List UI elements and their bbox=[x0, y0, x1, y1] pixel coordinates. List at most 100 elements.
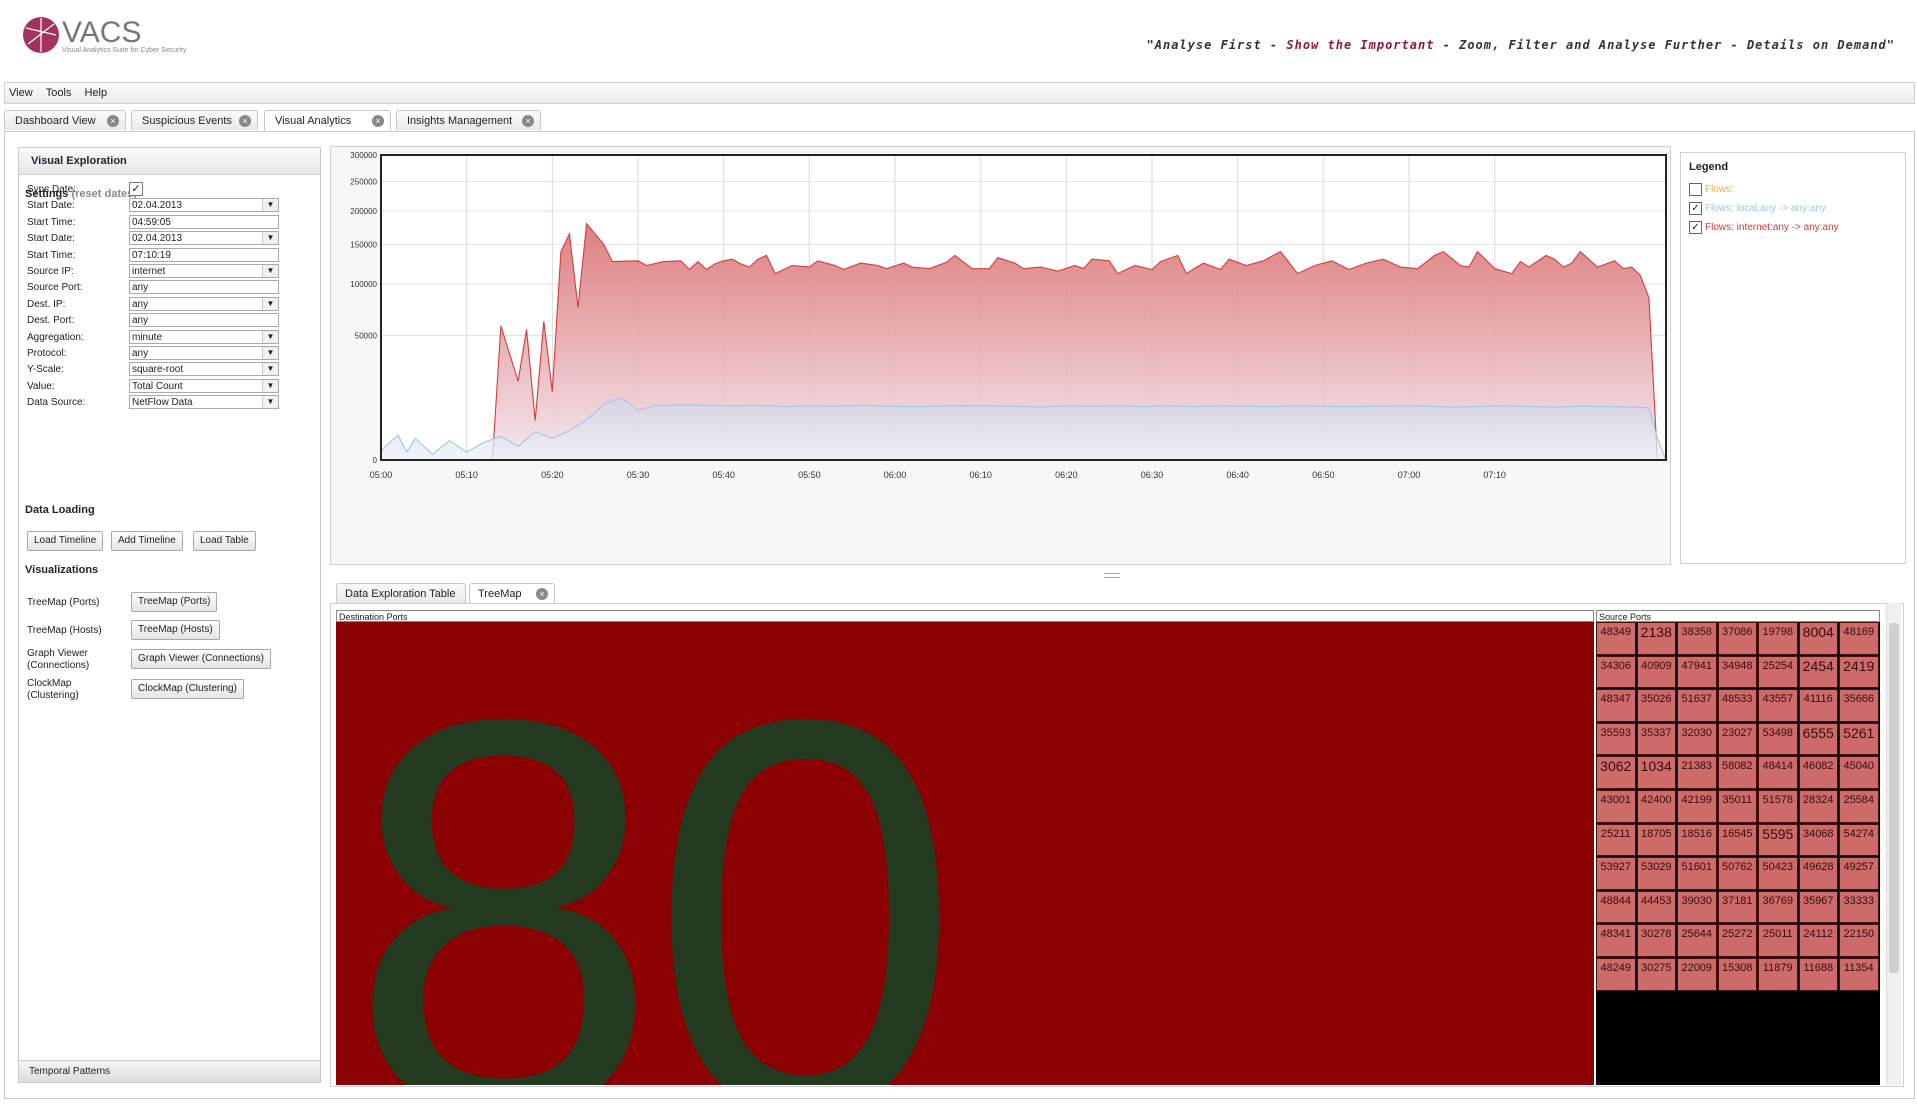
treemap-cell[interactable]: 35011 bbox=[1717, 790, 1757, 823]
add-timeline-button[interactable]: Add Timeline bbox=[111, 531, 183, 551]
treemap-cell[interactable]: 5261 bbox=[1839, 722, 1879, 756]
treemap-cell[interactable]: 43001 bbox=[1596, 790, 1636, 823]
legend-item-flows[interactable]: Flows: bbox=[1689, 183, 1734, 196]
treemap-cell[interactable]: 54274 bbox=[1839, 823, 1879, 857]
treemap-cell[interactable]: 19798 bbox=[1758, 622, 1798, 655]
treemap-cell[interactable]: 23027 bbox=[1717, 722, 1757, 756]
treemap-cell[interactable]: 37086 bbox=[1717, 622, 1757, 655]
treemap-cell[interactable]: 2419 bbox=[1839, 655, 1879, 689]
treemap-cell[interactable]: 35666 bbox=[1839, 689, 1879, 722]
treemap-cell[interactable]: 35593 bbox=[1596, 722, 1636, 756]
chevron-down-icon[interactable]: ▼ bbox=[262, 232, 278, 245]
treemap-cell[interactable]: 16545 bbox=[1717, 823, 1757, 857]
treemap-cell[interactable]: 39030 bbox=[1677, 890, 1717, 924]
treemap-cell[interactable]: 3062 bbox=[1596, 756, 1636, 789]
treemap-cell[interactable]: 35967 bbox=[1798, 890, 1838, 924]
tab-dashboard-view[interactable]: Dashboard View × bbox=[4, 110, 126, 130]
close-icon[interactable]: × bbox=[372, 115, 384, 127]
chevron-down-icon[interactable]: ▼ bbox=[262, 347, 278, 359]
legend-item-local[interactable]: ✓ Flows: local:any -> any:any bbox=[1689, 202, 1826, 215]
select-field[interactable]: any ▼ bbox=[129, 346, 279, 360]
treemap-cell[interactable]: 46082 bbox=[1798, 756, 1838, 789]
treemap-cell[interactable]: 34306 bbox=[1596, 655, 1636, 689]
tab-data-exploration-table[interactable]: Data Exploration Table bbox=[336, 583, 466, 603]
close-icon[interactable]: × bbox=[536, 588, 548, 600]
treemap-cell[interactable]: 32030 bbox=[1677, 722, 1717, 756]
treemap-cell[interactable]: 51578 bbox=[1758, 790, 1798, 823]
close-icon[interactable]: × bbox=[522, 115, 534, 127]
treemap-cell[interactable]: 33333 bbox=[1839, 890, 1879, 924]
clockmap-button[interactable]: ClockMap (Clustering) bbox=[131, 679, 244, 699]
menu-help[interactable]: Help bbox=[80, 83, 113, 99]
legend-checkbox[interactable]: ✓ bbox=[1689, 221, 1702, 234]
treemap-cell[interactable]: 25211 bbox=[1596, 823, 1636, 857]
treemap-cell[interactable]: 50423 bbox=[1758, 857, 1798, 890]
temporal-patterns-section[interactable]: Temporal Patterns bbox=[19, 1060, 320, 1082]
treemap-cell[interactable]: 43557 bbox=[1758, 689, 1798, 722]
treemap-cell[interactable]: 58082 bbox=[1717, 756, 1757, 789]
treemap-cell[interactable]: 1034 bbox=[1636, 756, 1676, 789]
treemap-cell[interactable]: 41116 bbox=[1798, 689, 1838, 722]
select-field[interactable]: Total Count ▼ bbox=[129, 378, 279, 393]
treemap-cell[interactable]: 6555 bbox=[1798, 722, 1838, 756]
text-field[interactable]: any bbox=[129, 313, 279, 328]
treemap-cell[interactable]: 34948 bbox=[1717, 655, 1757, 689]
treemap-cell[interactable]: 50762 bbox=[1717, 857, 1757, 890]
treemap-hosts-button[interactable]: TreeMap (Hosts) bbox=[131, 620, 220, 640]
select-field[interactable]: any ▼ bbox=[129, 296, 279, 311]
treemap-cell-dest[interactable]: 80 bbox=[336, 622, 1594, 1085]
close-icon[interactable]: × bbox=[107, 115, 119, 127]
treemap-cell[interactable]: 48249 bbox=[1596, 958, 1636, 991]
treemap-cell[interactable]: 35026 bbox=[1636, 689, 1676, 722]
treemap-ports-button[interactable]: TreeMap (Ports) bbox=[131, 592, 218, 612]
select-field[interactable]: internet ▼ bbox=[129, 264, 279, 278]
treemap-cell[interactable]: 51637 bbox=[1677, 689, 1717, 722]
treemap-cell[interactable]: 25254 bbox=[1758, 655, 1798, 689]
treemap-cell[interactable]: 53927 bbox=[1596, 857, 1636, 890]
treemap-cell[interactable]: 53498 bbox=[1758, 722, 1798, 756]
chevron-down-icon[interactable]: ▼ bbox=[262, 363, 278, 376]
treemap-cell[interactable]: 48533 bbox=[1717, 689, 1757, 722]
treemap-cell[interactable]: 11688 bbox=[1798, 958, 1838, 991]
treemap-cell[interactable]: 45040 bbox=[1839, 756, 1879, 789]
treemap-cell[interactable]: 25272 bbox=[1717, 924, 1757, 957]
text-field[interactable]: 07:10:19 bbox=[129, 247, 279, 262]
chevron-down-icon[interactable]: ▼ bbox=[262, 330, 278, 343]
treemap-cell[interactable]: 30275 bbox=[1636, 958, 1676, 991]
graph-viewer-button[interactable]: Graph Viewer (Connections) bbox=[131, 649, 271, 669]
treemap-scrollbar[interactable] bbox=[1886, 603, 1901, 1085]
treemap-cell[interactable]: 48414 bbox=[1758, 756, 1798, 789]
treemap-cell[interactable]: 49628 bbox=[1798, 857, 1838, 890]
treemap-cell[interactable]: 48341 bbox=[1596, 924, 1636, 957]
chevron-down-icon[interactable]: ▼ bbox=[262, 396, 278, 409]
sync-date-checkbox[interactable]: ✓ bbox=[129, 182, 143, 196]
text-field[interactable]: 04:59:05 bbox=[129, 214, 279, 229]
treemap-cell[interactable]: 34068 bbox=[1798, 823, 1838, 857]
treemap-cell[interactable]: 30278 bbox=[1636, 924, 1676, 957]
treemap-cell[interactable]: 2138 bbox=[1636, 622, 1676, 655]
load-table-button[interactable]: Load Table bbox=[193, 531, 256, 551]
treemap-cell[interactable]: 25584 bbox=[1839, 790, 1879, 823]
chevron-down-icon[interactable]: ▼ bbox=[262, 379, 278, 392]
chevron-down-icon[interactable]: ▼ bbox=[262, 199, 278, 212]
treemap-cell[interactable]: 48169 bbox=[1839, 622, 1879, 655]
tab-treemap[interactable]: TreeMap × bbox=[469, 583, 555, 603]
select-field[interactable]: 02.04.2013 ▼ bbox=[129, 231, 279, 246]
treemap-cell[interactable]: 48844 bbox=[1596, 890, 1636, 924]
treemap-cell[interactable]: 18705 bbox=[1636, 823, 1676, 857]
treemap-cell[interactable]: 42400 bbox=[1636, 790, 1676, 823]
tab-insights-management[interactable]: Insights Management × bbox=[396, 110, 541, 130]
treemap-cell[interactable]: 37181 bbox=[1717, 890, 1757, 924]
treemap-cell[interactable]: 48349 bbox=[1596, 622, 1636, 655]
splitter-handle[interactable] bbox=[1104, 573, 1120, 578]
scrollbar-thumb[interactable] bbox=[1889, 623, 1899, 973]
treemap-cell[interactable]: 44453 bbox=[1636, 890, 1676, 924]
treemap-cell[interactable]: 42199 bbox=[1677, 790, 1717, 823]
treemap-cell[interactable]: 35337 bbox=[1636, 722, 1676, 756]
menu-tools[interactable]: Tools bbox=[42, 83, 78, 99]
treemap-cell[interactable]: 25644 bbox=[1677, 924, 1717, 957]
menu-view[interactable]: View bbox=[5, 83, 39, 99]
legend-item-internet[interactable]: ✓ Flows: internet:any -> any:any bbox=[1689, 221, 1839, 234]
treemap-cell[interactable]: 5595 bbox=[1758, 823, 1798, 857]
chevron-down-icon[interactable]: ▼ bbox=[262, 297, 278, 310]
